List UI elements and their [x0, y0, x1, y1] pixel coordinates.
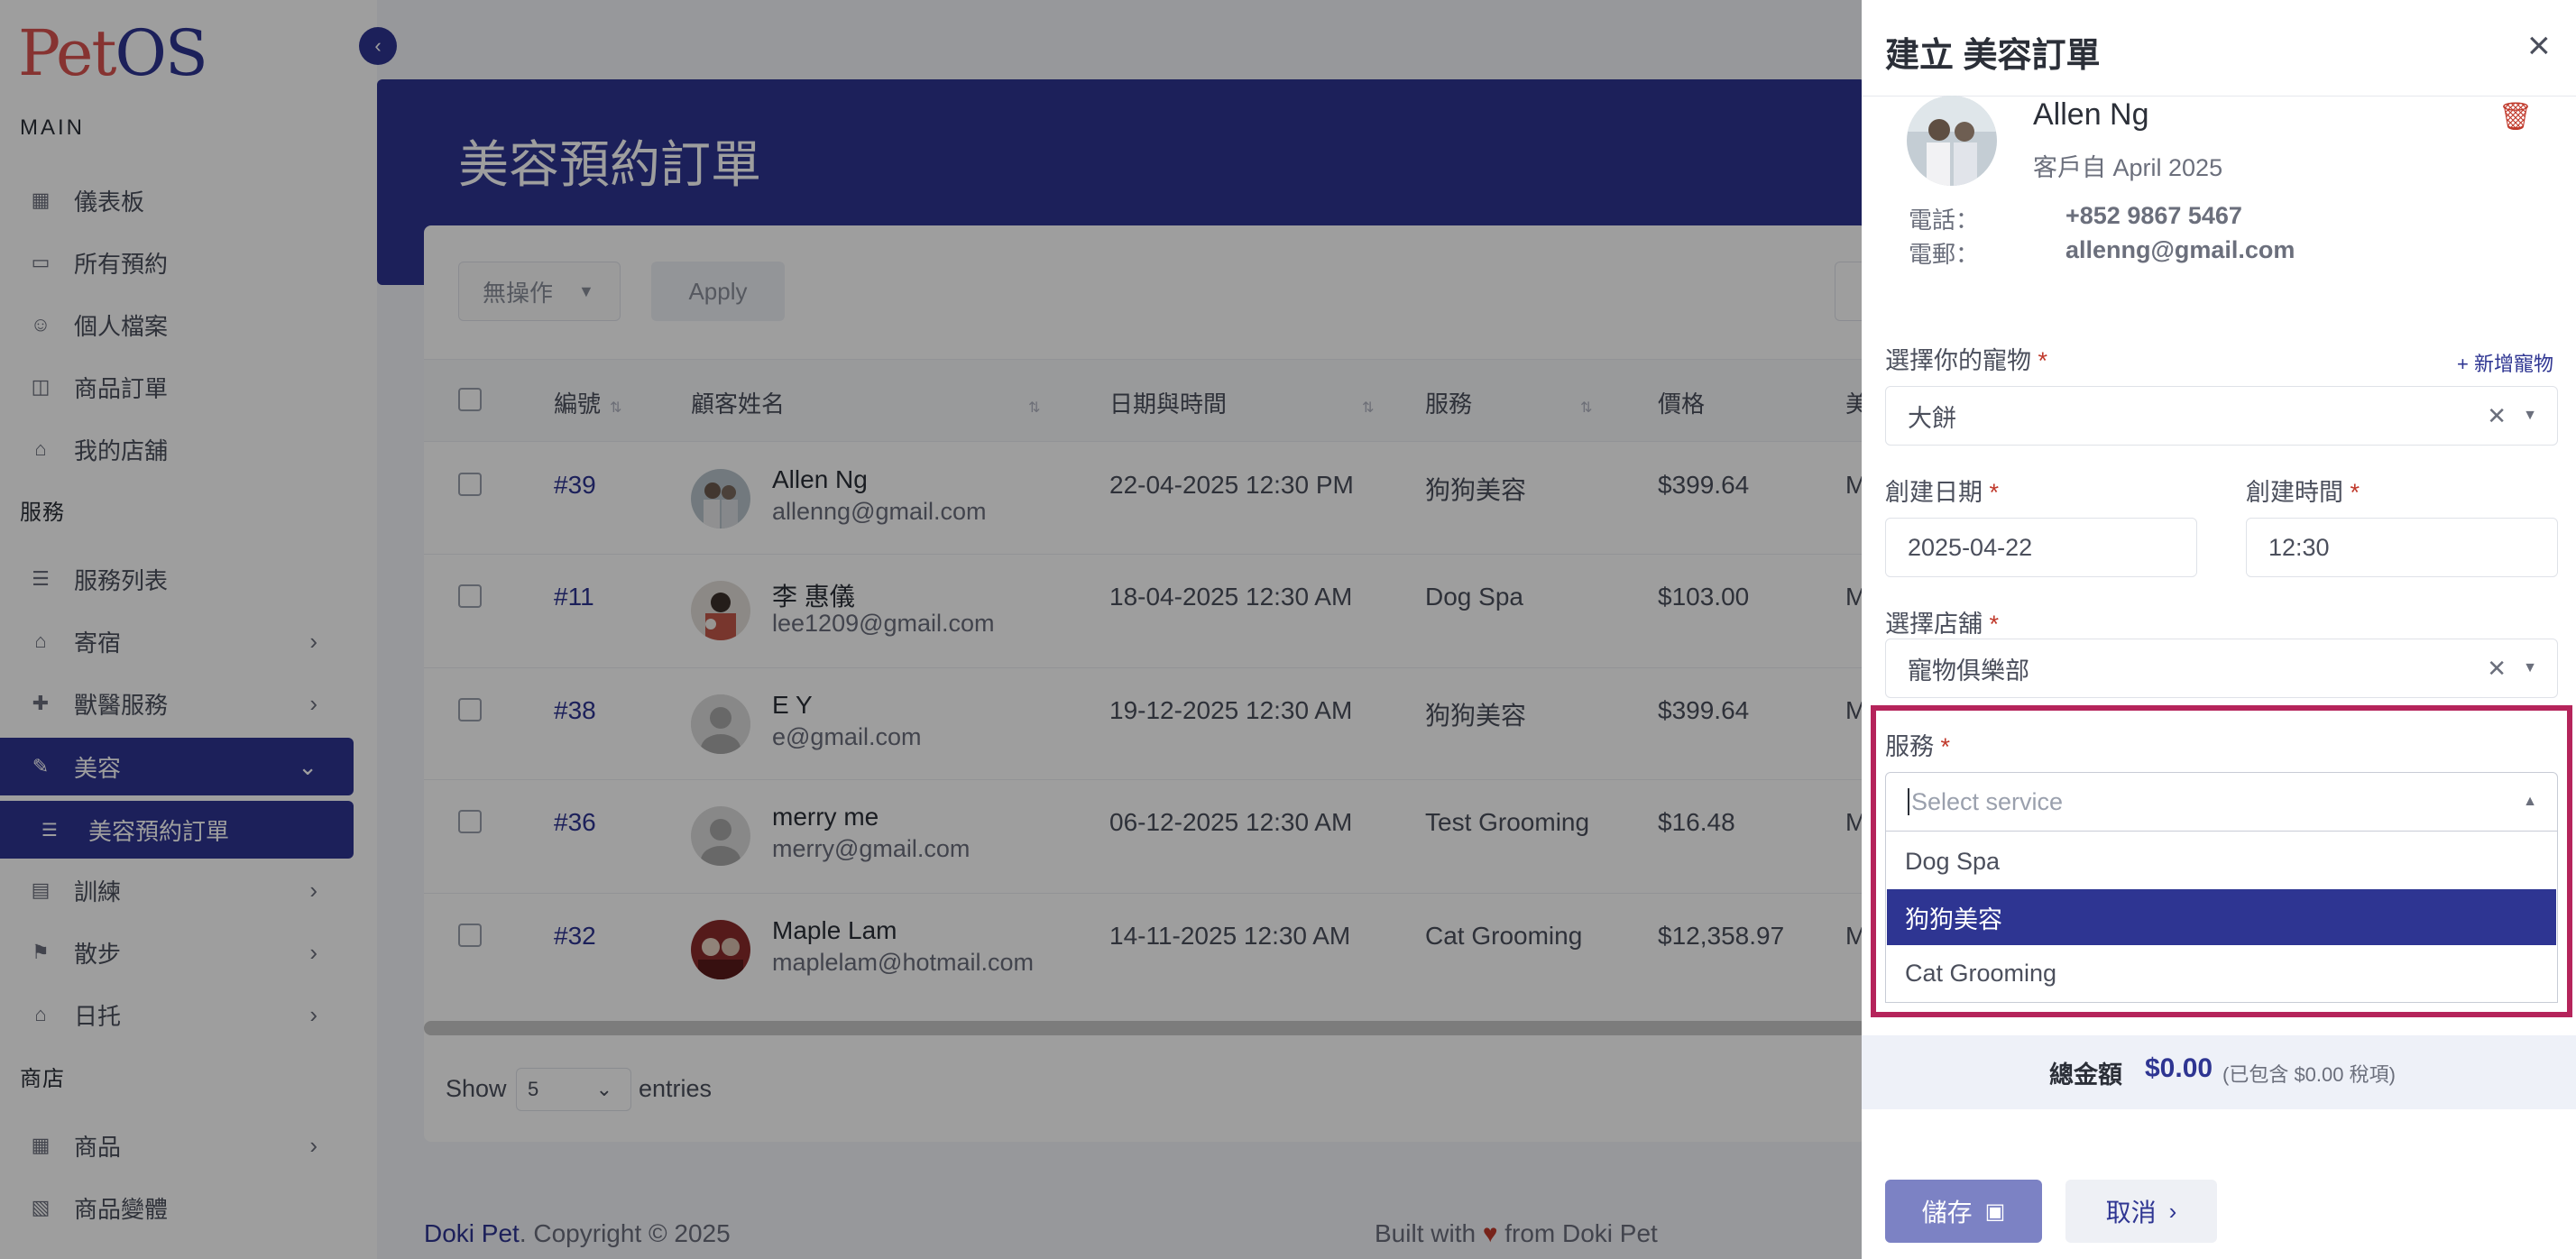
close-icon[interactable]: × — [2527, 23, 2551, 69]
caret-down-icon: ▼ — [2523, 408, 2537, 423]
total-label: 總金額 — [2049, 1061, 2122, 1089]
phone-label: 電話： — [1909, 207, 1980, 234]
caret-up-icon: ▲ — [2523, 794, 2537, 809]
add-pet-link[interactable]: + 新增寵物 — [2457, 348, 2553, 377]
pet-field-label: 選擇你的寵物 * — [1885, 347, 2048, 374]
save-button[interactable]: 儲存 ▣ — [1885, 1180, 2042, 1243]
date-input[interactable]: 2025-04-22 — [1885, 518, 2197, 577]
customer-email: allenng@gmail.com — [2065, 236, 2295, 263]
customer-avatar — [1907, 96, 1997, 186]
customer-name: Allen Ng — [2033, 97, 2149, 132]
caret-down-icon: ▼ — [2523, 660, 2537, 675]
customer-since: 客戶自 April 2025 — [2033, 154, 2223, 181]
chevron-right-icon: › — [2168, 1197, 2177, 1225]
service-option[interactable]: Cat Grooming — [1887, 945, 2556, 1001]
time-field-label: 創建時間 * — [2246, 479, 2360, 506]
save-icon: ▣ — [1984, 1199, 2006, 1224]
service-option-highlighted[interactable]: 狗狗美容 — [1887, 889, 2556, 945]
trash-icon[interactable]: 🗑 — [2498, 101, 2533, 133]
drawer-title: 建立 美容訂單 — [1885, 37, 2101, 75]
service-option[interactable]: Dog Spa — [1887, 833, 2556, 889]
cancel-button[interactable]: 取消 › — [2065, 1180, 2217, 1243]
pet-select[interactable]: 大餅 ✕ ▼ — [1885, 386, 2558, 446]
text-cursor — [1908, 788, 1909, 815]
store-field-label: 選擇店舖 * — [1885, 611, 2000, 638]
time-input[interactable]: 12:30 — [2246, 518, 2558, 577]
total-tax-note: (已包含 $0.00 稅項) — [2222, 1063, 2396, 1086]
modal-backdrop[interactable] — [0, 0, 1862, 1259]
service-select[interactable]: Select service ▲ — [1885, 772, 2558, 832]
clear-icon[interactable]: ✕ — [2487, 402, 2507, 430]
customer-phone: +852 9867 5467 — [2065, 202, 2242, 229]
service-field-label: 服務 * — [1885, 733, 1951, 760]
total-amount: $0.00 — [2145, 1053, 2213, 1083]
date-field-label: 創建日期 * — [1885, 479, 2000, 506]
clear-icon[interactable]: ✕ — [2487, 655, 2507, 683]
total-summary — [1862, 1035, 2576, 1109]
store-select[interactable]: 寵物俱樂部 ✕ ▼ — [1885, 639, 2558, 698]
email-label: 電郵： — [1909, 241, 1980, 268]
